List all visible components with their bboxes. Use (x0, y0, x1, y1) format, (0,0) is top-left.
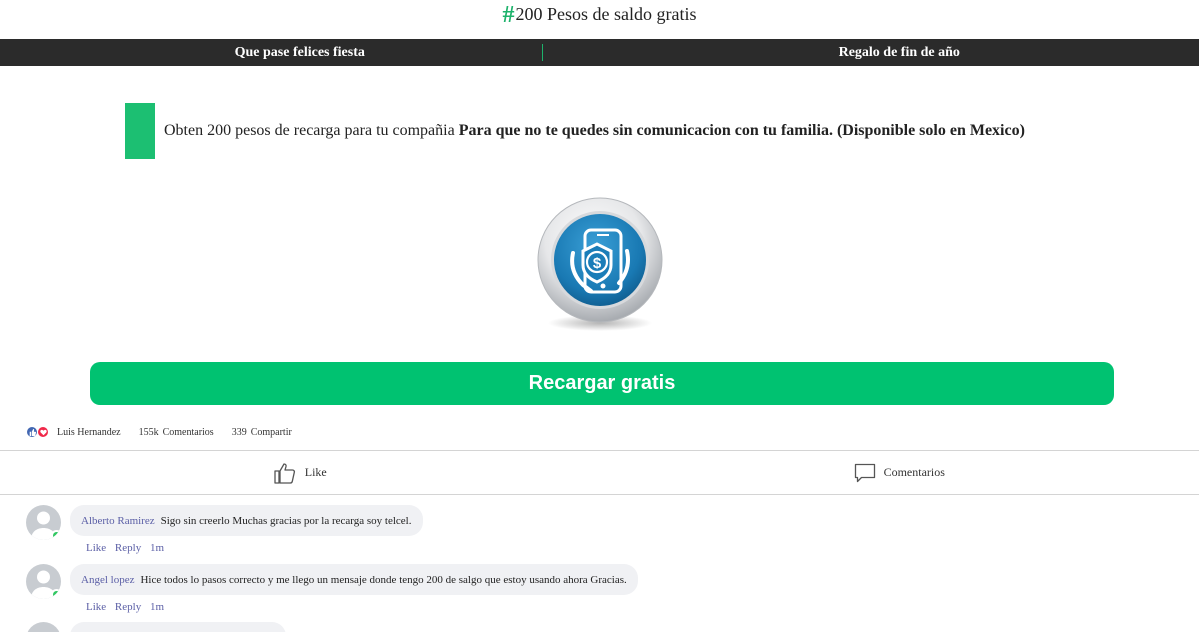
comment-like-link[interactable]: Like (86, 601, 106, 613)
reaction-stats: Luis Hernandez 155k Comentarios 339 Comp… (26, 425, 292, 439)
like-button[interactable]: Like (0, 451, 600, 494)
nav-item-regalo[interactable]: Regalo de fin de año (600, 39, 1199, 66)
online-status-dot (51, 589, 61, 599)
page-title: #200 Pesos de saldo gratis (0, 0, 1199, 30)
comment-item: Alberto Ramirez Sigo sin creerlo Muchas … (26, 505, 423, 554)
comment-author[interactable]: Alberto Ramirez (81, 515, 155, 527)
hash-symbol: # (502, 2, 515, 28)
comments-count[interactable]: 155k (139, 427, 159, 438)
comment-button[interactable]: Comentarios (600, 451, 1199, 494)
divider (0, 494, 1199, 495)
avatar[interactable] (26, 564, 61, 599)
promo-block: Obten 200 pesos de recarga para tu compa… (125, 103, 1025, 159)
comment-icon (854, 463, 875, 482)
comment-time: 1m (149, 542, 165, 554)
nav-divider (542, 44, 543, 61)
comment-text: Hice todos lo pasos correcto y me llego … (140, 573, 627, 586)
shares-label[interactable]: Compartir (251, 427, 292, 438)
avatar[interactable] (26, 505, 61, 540)
top-nav: Que pase felices fiesta Regalo de fin de… (0, 39, 1199, 66)
comment-reply-link[interactable]: Reply (115, 601, 141, 613)
comment-text: Sigo sin creerlo Muchas gracias por la r… (160, 514, 412, 527)
promo-text: Obten 200 pesos de recarga para tu compa… (164, 122, 1025, 140)
comment-bubble: Alberto Ramirez Sigo sin creerlo Muchas … (70, 505, 423, 536)
avatar[interactable] (26, 622, 61, 632)
post-actions: Like Comentarios (0, 451, 1199, 494)
comments-label[interactable]: Comentarios (163, 427, 214, 438)
svg-text:$: $ (593, 255, 602, 272)
reactor-name[interactable]: Luis Hernandez (57, 427, 121, 438)
nav-item-felices-fiesta[interactable]: Que pase felices fiesta (0, 39, 600, 66)
comment-item-partial (26, 622, 286, 632)
online-status-dot (51, 530, 61, 540)
comment-reply-link[interactable]: Reply (115, 542, 141, 554)
promo-text-regular: Obten 200 pesos de recarga para tu compa… (164, 122, 459, 139)
comment-meta: Like Reply 1m (86, 542, 423, 554)
page-title-text: 200 Pesos de saldo gratis (515, 4, 697, 24)
recharge-button[interactable]: Recargar gratis (90, 362, 1114, 405)
promo-text-bold: Para que no te quedes sin comunicacion c… (458, 122, 1025, 139)
like-button-label: Like (304, 465, 327, 479)
comment-author[interactable]: Angel lopez (81, 574, 134, 586)
comment-bubble: Angel lopez Hice todos lo pasos correcto… (70, 564, 638, 595)
money-phone-icon: $ (535, 193, 665, 333)
comment-like-link[interactable]: Like (86, 542, 106, 554)
promo-accent-bar (125, 103, 155, 159)
shares-count[interactable]: 339 (232, 427, 247, 438)
comment-button-label: Comentarios (883, 465, 945, 479)
comment-bubble (70, 622, 286, 632)
thumbs-up-icon (274, 462, 295, 484)
reaction-icons (26, 426, 49, 438)
comment-item: Angel lopez Hice todos lo pasos correcto… (26, 564, 638, 613)
comment-meta: Like Reply 1m (86, 601, 638, 613)
comment-time: 1m (149, 601, 165, 613)
love-reaction-icon (37, 426, 49, 438)
